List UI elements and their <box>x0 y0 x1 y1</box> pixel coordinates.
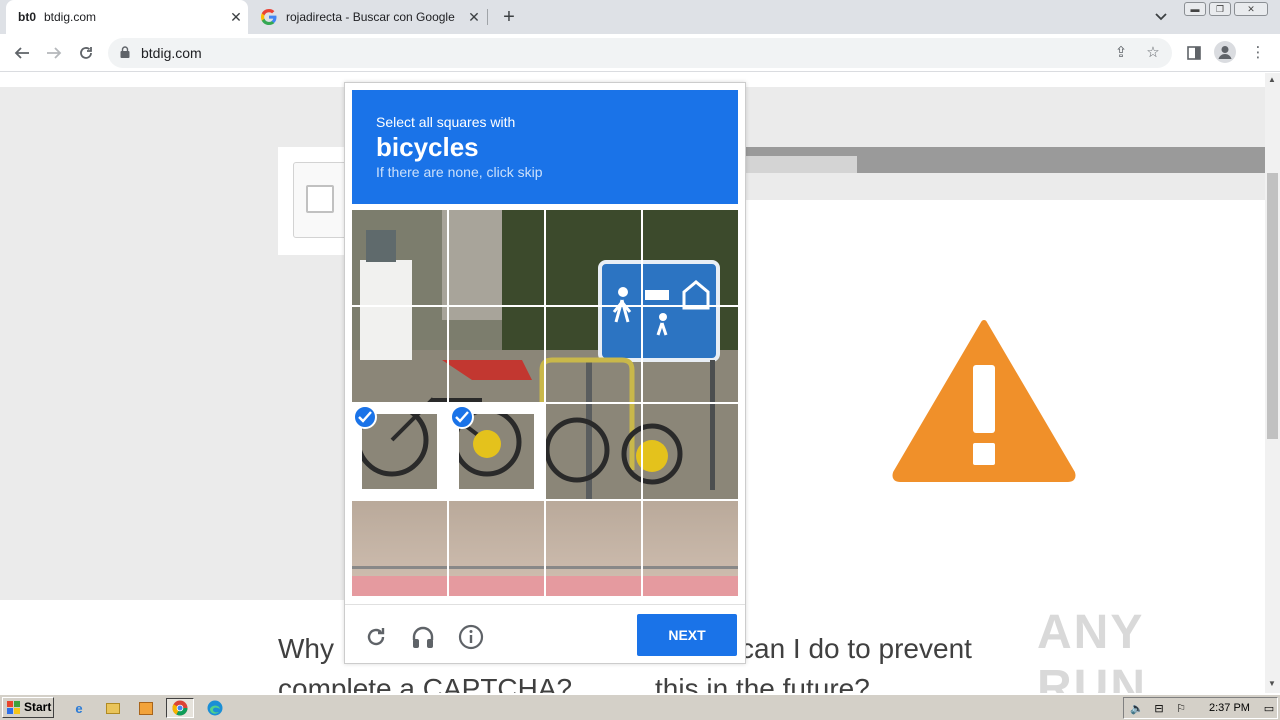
browser-toolbar: btdig.com ⇪ ☆ ⋮ <box>0 34 1280 72</box>
heading-why-captcha-line2: complete a CAPTCHA? <box>278 673 573 693</box>
captcha-tile[interactable] <box>643 404 738 500</box>
taskbar-clock: 2:37 PM <box>1209 702 1250 714</box>
captcha-tile[interactable] <box>449 501 545 596</box>
tab-btdig[interactable]: bt0 btdig.com ✕ <box>6 0 248 34</box>
tab-title: rojadirecta - Buscar con Google <box>286 10 455 24</box>
new-tab-plus-icon[interactable]: + <box>498 5 520 29</box>
url-text: btdig.com <box>141 45 202 61</box>
captcha-image-grid <box>352 210 738 596</box>
tile-selected-check-icon <box>353 405 377 429</box>
scroll-thumb[interactable] <box>1267 173 1278 439</box>
edge-icon[interactable] <box>204 698 226 718</box>
more-menu-icon[interactable]: ⋮ <box>1247 42 1269 64</box>
heading-why-captcha: Why <box>278 633 334 664</box>
warning-triangle-icon <box>892 320 1076 482</box>
captcha-tile[interactable] <box>352 404 447 499</box>
page-scrollbar[interactable]: ▲ ▼ <box>1265 73 1280 693</box>
system-tray: 🔈 ⊟ ⚐ 2:37 PM ▭ <box>1123 697 1278 719</box>
tab-close-icon[interactable]: ✕ <box>224 9 248 26</box>
next-button[interactable]: NEXT <box>637 614 737 656</box>
start-label: Start <box>24 700 52 714</box>
tab-separator <box>487 9 488 25</box>
show-desktop-icon[interactable]: ▭ <box>1262 702 1276 716</box>
tab-google-search[interactable]: rojadirecta - Buscar con Google ✕ <box>250 0 486 34</box>
captcha-tile[interactable] <box>546 404 642 500</box>
heading-prevent: can I do to prevent <box>740 633 972 664</box>
tab-search-chevron-icon[interactable] <box>1150 6 1172 28</box>
network-icon[interactable]: ⊟ <box>1152 702 1166 716</box>
captcha-hint: If there are none, click skip <box>376 164 543 180</box>
captcha-tile[interactable] <box>449 307 545 403</box>
captcha-tile[interactable] <box>546 210 642 306</box>
tab-strip: bt0 btdig.com ✕ rojadirecta - Buscar con… <box>0 0 1280 34</box>
volume-icon[interactable]: 🔈 <box>1130 702 1144 716</box>
audio-challenge-icon[interactable] <box>409 623 437 651</box>
chrome-taskbar-icon[interactable] <box>166 698 194 718</box>
captcha-tile[interactable] <box>546 307 642 403</box>
captcha-instruction: Select all squares with <box>376 114 516 130</box>
lock-icon <box>120 46 130 58</box>
forward-arrow-icon[interactable] <box>42 41 66 65</box>
scroll-up-arrow-icon[interactable]: ▲ <box>1268 75 1276 84</box>
close-window-icon[interactable]: ✕ <box>1234 2 1268 16</box>
btdig-favicon: bt0 <box>18 10 36 24</box>
light-tab-shape <box>745 156 857 173</box>
google-icon <box>260 9 278 25</box>
captcha-tile[interactable] <box>643 210 738 306</box>
captcha-tile[interactable] <box>449 210 545 306</box>
start-button[interactable]: Start <box>2 697 54 718</box>
captcha-header: Select all squares with bicycles If ther… <box>352 90 738 204</box>
windows-taskbar: Start e 🔈 ⊟ ⚐ 2:37 PM ▭ <box>0 694 1280 720</box>
captcha-tile[interactable] <box>449 404 544 499</box>
captcha-tile[interactable] <box>546 501 642 596</box>
tab-title: btdig.com <box>44 10 97 24</box>
reload-icon[interactable] <box>74 41 98 65</box>
media-player-icon[interactable] <box>135 698 157 718</box>
captcha-tile[interactable] <box>352 210 448 306</box>
share-icon[interactable]: ⇪ <box>1112 44 1130 62</box>
address-bar[interactable]: btdig.com ⇪ ☆ <box>108 38 1172 68</box>
minimize-icon[interactable]: ▬ <box>1184 2 1206 16</box>
back-arrow-icon[interactable] <box>10 41 34 65</box>
heading-prevent-line2: this in the future? <box>655 673 870 693</box>
reload-challenge-icon[interactable] <box>362 623 390 651</box>
tab-close-icon[interactable]: ✕ <box>462 9 486 26</box>
captcha-challenge: Select all squares with bicycles If ther… <box>344 82 746 664</box>
captcha-footer: NEXT <box>345 604 745 664</box>
action-center-flag-icon[interactable]: ⚐ <box>1174 702 1188 716</box>
windows-logo-icon <box>7 701 20 714</box>
internet-explorer-icon[interactable]: e <box>68 698 90 718</box>
captcha-tile[interactable] <box>643 307 738 403</box>
restore-icon[interactable]: ❐ <box>1209 2 1231 16</box>
scroll-down-arrow-icon[interactable]: ▼ <box>1268 679 1276 688</box>
profile-avatar-icon[interactable] <box>1214 41 1236 63</box>
recaptcha-checkbox[interactable] <box>306 185 334 213</box>
screen: bt0 btdig.com ✕ rojadirecta - Buscar con… <box>0 0 1280 720</box>
captcha-target-word: bicycles <box>376 132 479 162</box>
file-explorer-icon[interactable] <box>102 698 124 718</box>
captcha-tile[interactable] <box>643 501 738 596</box>
side-panel-icon[interactable] <box>1183 42 1205 64</box>
tile-selected-check-icon <box>450 405 474 429</box>
captcha-tile[interactable] <box>352 501 448 596</box>
info-icon[interactable] <box>457 623 485 651</box>
anyrun-watermark: ANY RUN <box>1037 606 1147 693</box>
bookmark-star-icon[interactable]: ☆ <box>1144 44 1162 62</box>
captcha-tile[interactable] <box>352 307 448 403</box>
